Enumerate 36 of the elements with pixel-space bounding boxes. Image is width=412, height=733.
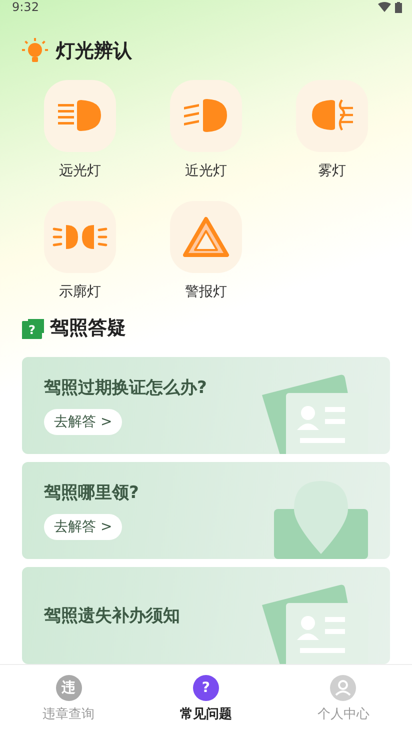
light-label: 雾灯 [318, 162, 346, 180]
warning-triangle-icon [182, 216, 230, 258]
light-tile[interactable] [170, 200, 242, 273]
faq-card[interactable]: 驾照遗失补办须知 [22, 567, 390, 664]
light-label: 远光灯 [59, 162, 101, 180]
nav-label: 违章查询 [42, 706, 95, 723]
light-tile[interactable] [44, 80, 116, 152]
faq-card[interactable]: 驾照过期换证怎么办? 去解答 > [22, 357, 390, 454]
low-beam-icon [183, 98, 229, 134]
light-label: 近光灯 [185, 162, 227, 180]
light-label: 示廓灯 [59, 282, 101, 301]
person-icon [330, 675, 356, 701]
nav-tab[interactable]: ? 常见问题 [137, 665, 275, 733]
battery-icon [395, 2, 402, 12]
light-label: 警报灯 [185, 282, 227, 301]
nav-label: 常见问题 [180, 706, 232, 723]
faq-question: 驾照遗失补办须知 [44, 605, 181, 627]
wifi-icon [378, 2, 391, 12]
light-tile[interactable] [170, 80, 242, 152]
violation-icon: 违 [56, 675, 82, 701]
answer-button[interactable]: 去解答 > [44, 409, 122, 435]
faq-question: 驾照哪里领? [44, 482, 140, 504]
answer-button[interactable]: 去解答 > [44, 514, 122, 540]
light-bulb-icon [22, 38, 48, 64]
light-tile[interactable] [44, 200, 116, 273]
faq-question: 驾照过期换证怎么办? [44, 377, 208, 399]
light-tile[interactable] [296, 80, 368, 152]
high-beam-icon [57, 98, 103, 134]
question-chat-icon: ? [22, 321, 42, 339]
help-icon: ? [192, 675, 219, 701]
section-title: 灯光辨认 [56, 38, 132, 64]
clearance-light-icon [52, 224, 108, 250]
status-time: 9:32 [12, 0, 39, 14]
section-title: 驾照答疑 [50, 316, 126, 341]
faq-card[interactable]: 驾照哪里领? 去解答 > [22, 462, 390, 559]
nav-label: 个人中心 [317, 706, 370, 723]
